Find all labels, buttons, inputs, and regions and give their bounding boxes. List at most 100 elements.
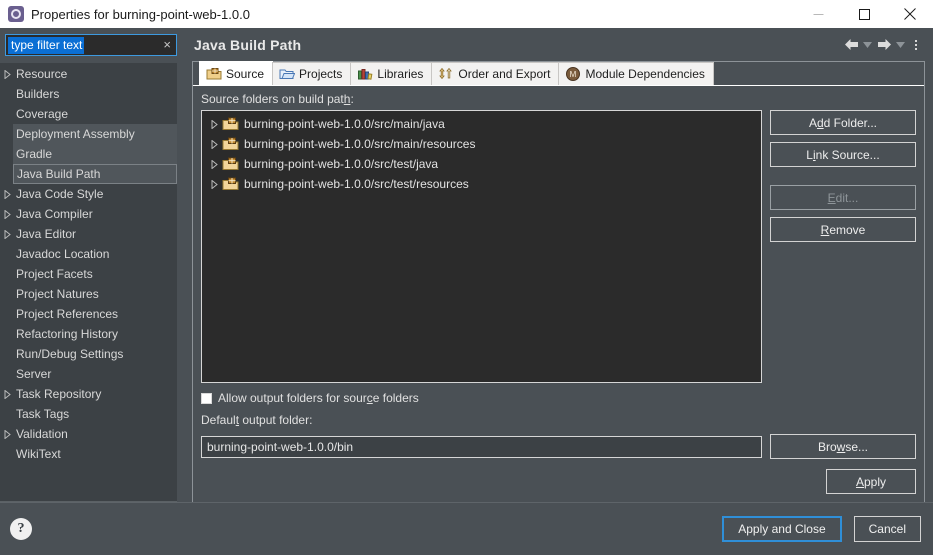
source-folder-row[interactable]: burning-point-web-1.0.0/src/test/resourc…	[202, 174, 761, 194]
sidebar-item-label: Deployment Assembly	[16, 127, 135, 141]
sidebar-item-project-references[interactable]: Project References	[13, 304, 177, 324]
sidebar-item-label: Run/Debug Settings	[16, 347, 124, 361]
allow-output-folders-row[interactable]: Allow output folders for source folders	[201, 391, 916, 405]
remove-button[interactable]: Remove	[770, 217, 916, 242]
add-folder-button[interactable]: Add Folder...	[770, 110, 916, 135]
tab-label: Libraries	[377, 67, 424, 81]
settings-tree: Resource Builders Coverage Deployment Assem…	[4, 63, 177, 502]
source-folder-row[interactable]: burning-point-web-1.0.0/src/test/java	[202, 154, 761, 174]
tab-order-and-export[interactable]: Order and Export	[431, 62, 560, 85]
filter-input[interactable]: type filter text	[8, 36, 85, 54]
edit-button: Edit...	[770, 185, 916, 210]
button-label-mnemonic: R	[820, 222, 830, 237]
sidebar-item-label: Task Repository	[16, 387, 102, 401]
expand-arrow-icon[interactable]	[206, 139, 222, 149]
view-menu-icon[interactable]	[907, 33, 925, 57]
filter-input-wrapper[interactable]: type filter text ×	[5, 34, 177, 56]
sidebar-item-gradle[interactable]: Gradle	[13, 144, 177, 164]
sidebar-item-refactoring-history[interactable]: Refactoring History	[13, 324, 177, 344]
sidebar-item-java-code-style[interactable]: Java Code Style	[4, 184, 177, 204]
tab-libraries[interactable]: Libraries	[350, 62, 433, 85]
expand-arrow-icon[interactable]	[0, 189, 14, 199]
maximize-icon[interactable]	[841, 0, 887, 28]
tab-source[interactable]: Source	[199, 61, 274, 85]
allow-output-label-pre: Allow output folders for sour	[218, 391, 367, 405]
sidebar-item-project-natures[interactable]: Project Natures	[13, 284, 177, 304]
title-bar: Properties for burning-point-web-1.0.0	[0, 0, 933, 28]
expand-arrow-icon[interactable]	[0, 69, 14, 79]
apply-label-mnemonic: A	[855, 474, 864, 489]
tab-module-dependencies[interactable]: M Module Dependencies	[558, 62, 714, 85]
settings-page-panel: Java Build Path Source Projects Librarie…	[182, 28, 933, 502]
sidebar-item-deployment-assembly[interactable]: Deployment Assembly	[13, 124, 177, 144]
browse-label-post: se...	[845, 439, 869, 454]
settings-nav-panel: type filter text × Resource Builders Cover…	[0, 28, 182, 502]
sidebar-item-builders[interactable]: Builders	[13, 84, 177, 104]
sidebar-item-label: Java Compiler	[16, 207, 93, 221]
forward-arrow-icon[interactable]	[874, 33, 894, 57]
sidebar-item-label: Project Facets	[16, 267, 93, 281]
sidebar-item-label: Server	[16, 367, 52, 381]
sidebar-item-java-build-path[interactable]: Java Build Path	[13, 164, 177, 184]
expand-arrow-icon[interactable]	[206, 119, 222, 129]
sidebar-item-project-facets[interactable]: Project Facets	[13, 264, 177, 284]
sidebar-item-run-debug-settings[interactable]: Run/Debug Settings	[13, 344, 177, 364]
default-output-label-post: output folder:	[239, 413, 313, 427]
page-nav-toolbar	[841, 28, 925, 61]
sidebar-item-validation[interactable]: Validation	[4, 424, 177, 444]
default-output-folder-row: burning-point-web-1.0.0/bin Bro w se...	[201, 434, 916, 459]
sidebar-item-coverage[interactable]: Coverage	[13, 104, 177, 124]
browse-label-pre: Bro	[817, 439, 837, 454]
cancel-button[interactable]: Cancel	[853, 516, 921, 542]
sidebar-item-label: Builders	[16, 87, 60, 101]
expand-arrow-icon[interactable]	[0, 229, 14, 239]
svg-text:M: M	[570, 70, 577, 79]
button-label-post: dit...	[835, 190, 859, 205]
window-controls	[795, 0, 933, 28]
source-folder-row[interactable]: burning-point-web-1.0.0/src/main/resourc…	[202, 134, 761, 154]
help-icon[interactable]: ?	[10, 518, 32, 540]
back-arrow-icon[interactable]	[841, 33, 861, 57]
footer-buttons: Apply and Close Cancel	[722, 516, 921, 542]
sidebar-item-label: Validation	[16, 427, 68, 441]
source-folders-row: burning-point-web-1.0.0/src/main/java bur…	[201, 110, 916, 383]
sidebar-item-javadoc-location[interactable]: Javadoc Location	[13, 244, 177, 264]
expand-arrow-icon[interactable]	[206, 159, 222, 169]
expand-arrow-icon[interactable]	[0, 429, 14, 439]
sidebar-item-task-repository[interactable]: Task Repository	[4, 384, 177, 404]
source-action-buttons: Add Folder... Li nk Source... Edit... Remove	[770, 110, 916, 383]
back-history-chevron-down-icon[interactable]	[861, 33, 874, 57]
expand-arrow-icon[interactable]	[0, 209, 14, 219]
page-container: Source Projects Libraries Order and Export M…	[192, 61, 925, 502]
browse-button[interactable]: Bro w se...	[770, 434, 916, 459]
sidebar-item-label: Project References	[16, 307, 119, 321]
clear-filter-icon[interactable]: ×	[163, 38, 171, 51]
default-output-folder-input[interactable]: burning-point-web-1.0.0/bin	[201, 435, 762, 458]
expand-arrow-icon[interactable]	[206, 179, 222, 189]
expand-arrow-icon[interactable]	[0, 389, 14, 399]
allow-output-folders-label: Allow output folders for source folders	[218, 391, 419, 405]
sidebar-item-java-compiler[interactable]: Java Compiler	[4, 204, 177, 224]
tab-label: Module Dependencies	[585, 67, 705, 81]
sidebar-item-resource[interactable]: Resource	[4, 64, 177, 84]
sidebar-item-task-tags[interactable]: Task Tags	[13, 404, 177, 424]
tab-projects[interactable]: Projects	[272, 62, 352, 85]
sidebar-item-wikitext[interactable]: WikiText	[13, 444, 177, 464]
apply-and-close-button[interactable]: Apply and Close	[722, 516, 842, 542]
source-folders-label-colon: :	[350, 92, 354, 106]
close-icon[interactable]	[887, 0, 933, 28]
browse-label-mnemonic: w	[836, 439, 846, 454]
source-folders-list[interactable]: burning-point-web-1.0.0/src/main/java bur…	[201, 110, 762, 383]
source-folder-row[interactable]: burning-point-web-1.0.0/src/main/java	[202, 114, 761, 134]
source-folders-label: Source folders on build path:	[201, 92, 916, 106]
sidebar-item-java-editor[interactable]: Java Editor	[4, 224, 177, 244]
link-source-button[interactable]: Li nk Source...	[770, 142, 916, 167]
sidebar-item-server[interactable]: Server	[13, 364, 177, 384]
page-title: Java Build Path	[194, 36, 302, 53]
button-label-post: nk Source...	[815, 147, 880, 162]
allow-output-folders-checkbox[interactable]	[201, 392, 212, 404]
forward-history-chevron-down-icon[interactable]	[894, 33, 907, 57]
apply-button[interactable]: Apply	[826, 469, 916, 494]
source-folder-path: burning-point-web-1.0.0/src/test/resourc…	[244, 177, 469, 191]
minimize-icon[interactable]	[795, 0, 841, 28]
